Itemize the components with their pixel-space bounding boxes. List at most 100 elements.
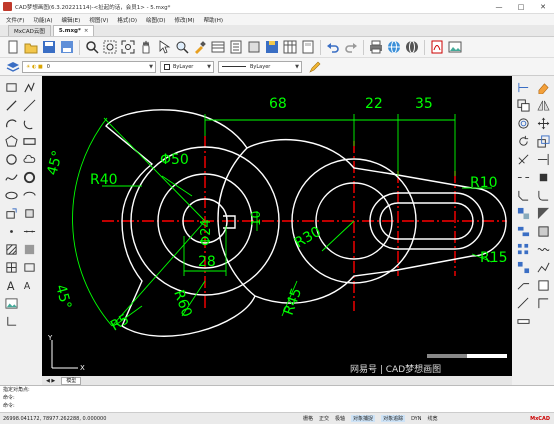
- pan-button[interactable]: [137, 39, 154, 56]
- dim-r40[interactable]: R40: [90, 172, 118, 188]
- dim-r5[interactable]: R5: [108, 311, 132, 334]
- layer-manager-button[interactable]: [209, 39, 226, 56]
- offset-button[interactable]: [516, 116, 530, 130]
- zoom-window-button[interactable]: [101, 39, 118, 56]
- ungroup-button[interactable]: [536, 224, 550, 238]
- donut-button[interactable]: [22, 170, 36, 184]
- redo-button[interactable]: [342, 39, 359, 56]
- command-window[interactable]: 指定对角点: 命令: 命令:: [0, 385, 554, 412]
- extend-button[interactable]: [536, 152, 550, 166]
- insert-image-button[interactable]: [446, 39, 463, 56]
- zoom-previous-button[interactable]: [173, 39, 190, 56]
- toggle-osnap[interactable]: 对象捕捉: [351, 415, 376, 422]
- arc-button[interactable]: [4, 116, 18, 130]
- erase-button[interactable]: [536, 80, 550, 94]
- construction-line-button[interactable]: [22, 98, 36, 112]
- open-file-button[interactable]: [22, 39, 39, 56]
- minimize-button[interactable]: —: [488, 0, 510, 14]
- group-button[interactable]: [516, 206, 530, 220]
- trim-button[interactable]: [516, 152, 530, 166]
- zoom-extents-button[interactable]: [119, 39, 136, 56]
- table-tool-button[interactable]: [281, 39, 298, 56]
- properties-panel-button[interactable]: [536, 278, 550, 292]
- divide-button[interactable]: [22, 224, 36, 238]
- layer-combo[interactable]: ☀ ◐ ■ 0 ▼: [22, 60, 156, 73]
- lengthen-button[interactable]: [516, 296, 530, 310]
- draw-order-button[interactable]: [536, 206, 550, 220]
- scale-button[interactable]: [536, 134, 550, 148]
- undo-button[interactable]: [324, 39, 341, 56]
- copy-button[interactable]: [516, 98, 530, 112]
- rectangle-select-button[interactable]: [4, 80, 18, 94]
- dim-r10[interactable]: R10: [470, 175, 498, 191]
- export-pdf-button[interactable]: [428, 39, 445, 56]
- menu-help[interactable]: 帮助(H): [204, 16, 223, 24]
- new-file-button[interactable]: [4, 39, 21, 56]
- menu-function[interactable]: 功能(A): [33, 16, 52, 24]
- table-insert-button[interactable]: [4, 260, 18, 274]
- print-button[interactable]: [367, 39, 384, 56]
- toggle-polar[interactable]: 极轴: [335, 415, 345, 422]
- publish-button[interactable]: [385, 39, 402, 56]
- dim-phi50[interactable]: Φ50: [160, 152, 189, 168]
- dim-68[interactable]: 68: [269, 96, 287, 112]
- dim-10[interactable]: 10: [249, 211, 263, 226]
- ucs-button[interactable]: [4, 314, 18, 328]
- revcloud-button[interactable]: [22, 152, 36, 166]
- dimstyle-button[interactable]: [536, 296, 550, 310]
- line-button[interactable]: [4, 98, 18, 112]
- array-button[interactable]: [516, 242, 530, 256]
- web-button[interactable]: [403, 39, 420, 56]
- ellipse-arc-button[interactable]: [22, 188, 36, 202]
- image-insert-button[interactable]: [4, 296, 18, 310]
- dim-r15[interactable]: R15: [480, 250, 508, 266]
- dim-angle-bottom[interactable]: 45°: [52, 283, 74, 311]
- fillet-button[interactable]: [536, 188, 550, 202]
- color-combo[interactable]: ByLayer ▼: [160, 60, 214, 73]
- dim-35[interactable]: 35: [415, 96, 433, 112]
- dim-phi24[interactable]: Φ24: [199, 219, 214, 246]
- tab-cloud[interactable]: MxCAD云图: [8, 25, 51, 36]
- menu-modify[interactable]: 修改(M): [175, 16, 195, 24]
- tab-drawing[interactable]: 5.mxg* ×: [52, 25, 95, 36]
- ellipse-button[interactable]: [4, 188, 18, 202]
- text-button[interactable]: A: [4, 278, 18, 292]
- close-button[interactable]: ✕: [532, 0, 554, 14]
- toggle-grid[interactable]: 栅格: [303, 415, 313, 422]
- menu-view[interactable]: 视图(V): [89, 16, 108, 24]
- dim-r60[interactable]: R60: [170, 288, 194, 319]
- save-as-button[interactable]: [58, 39, 75, 56]
- mirror-button[interactable]: [536, 98, 550, 112]
- move-button[interactable]: [536, 116, 550, 130]
- circle-button[interactable]: [4, 152, 18, 166]
- linetype-combo[interactable]: ByLayer ▼: [218, 60, 302, 73]
- pencil-button[interactable]: [306, 58, 323, 75]
- nav-prev-icon[interactable]: ◀ ▶: [46, 378, 55, 384]
- dimension-button[interactable]: [516, 80, 530, 94]
- match-properties-button[interactable]: [191, 39, 208, 56]
- dim-angle-top[interactable]: 45°: [44, 149, 66, 177]
- select-button[interactable]: [155, 39, 172, 56]
- join-button[interactable]: [536, 170, 550, 184]
- menu-format[interactable]: 格式(O): [117, 16, 137, 24]
- menu-file[interactable]: 文件(F): [6, 16, 24, 24]
- command-input[interactable]: 命令:: [3, 402, 554, 410]
- arc-3p-button[interactable]: [22, 116, 36, 130]
- tab-close-icon[interactable]: ×: [84, 28, 89, 34]
- dim-28[interactable]: 28: [198, 254, 216, 270]
- rotate-button[interactable]: [516, 134, 530, 148]
- gradient-button[interactable]: [22, 242, 36, 256]
- stretch-button[interactable]: [516, 278, 530, 292]
- maximize-button[interactable]: □: [510, 0, 532, 14]
- save-button[interactable]: [40, 39, 57, 56]
- align-button[interactable]: [516, 224, 530, 238]
- design-center-button[interactable]: [263, 39, 280, 56]
- pedit-button[interactable]: [536, 260, 550, 274]
- properties-button[interactable]: [227, 39, 244, 56]
- menu-draw[interactable]: 绘图(D): [146, 16, 166, 24]
- toggle-dyn[interactable]: DYN: [411, 416, 421, 422]
- zoom-realtime-button[interactable]: [83, 39, 100, 56]
- menu-edit[interactable]: 编辑(E): [62, 16, 81, 24]
- region-button[interactable]: [22, 260, 36, 274]
- chamfer-button[interactable]: [516, 188, 530, 202]
